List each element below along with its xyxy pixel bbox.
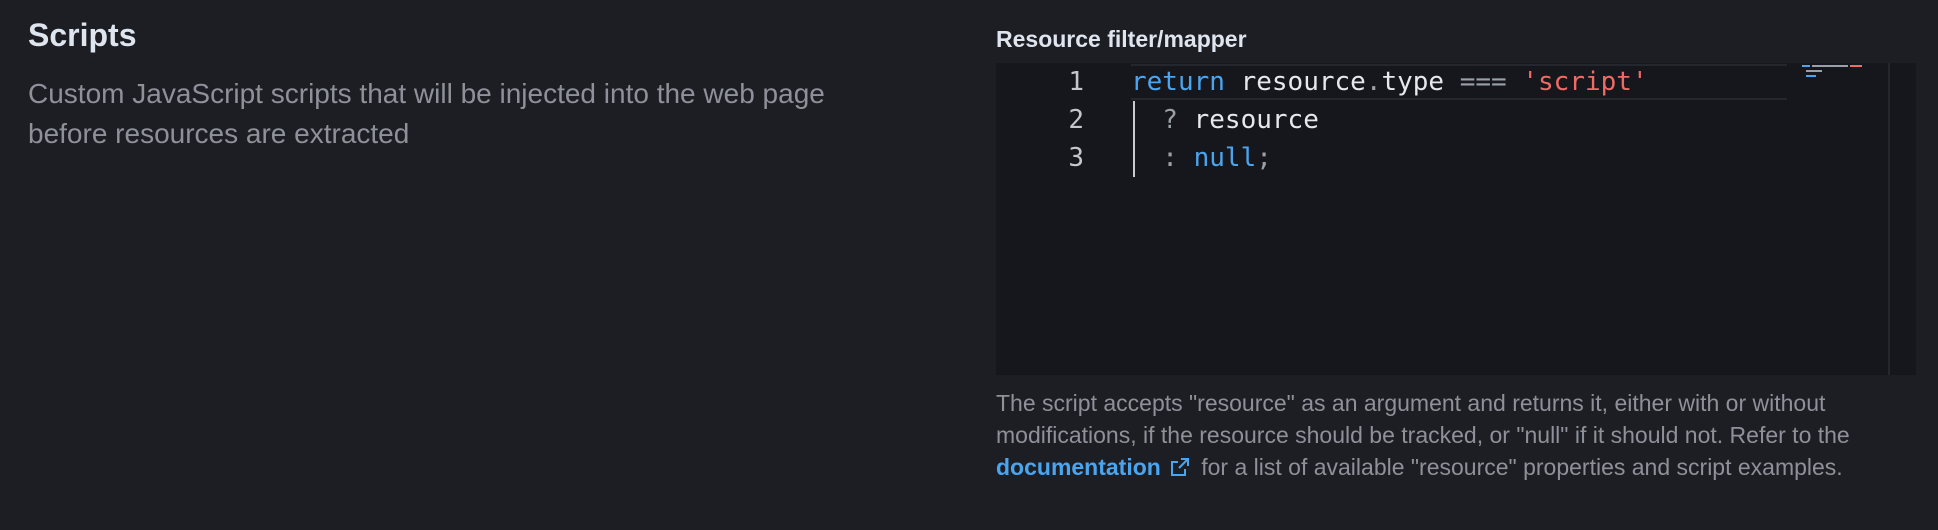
documentation-link[interactable]: documentation [996, 454, 1161, 480]
code-content[interactable]: return resource.type === 'script' ? reso… [1131, 63, 1811, 375]
line-number: 1 [1068, 67, 1084, 97]
section-title: Scripts [28, 17, 137, 53]
code-token: resource [1193, 105, 1319, 135]
code-token: 'script' [1522, 67, 1648, 97]
code-token: resource [1224, 67, 1366, 97]
code-token: ; [1256, 143, 1272, 173]
code-token: ? [1131, 105, 1194, 135]
code-token: . [1365, 67, 1382, 97]
section-description: Custom JavaScript scripts that will be i… [28, 78, 825, 149]
help-text-after: for a list of available "resource" prope… [1194, 454, 1843, 480]
line-number: 3 [1068, 143, 1084, 173]
editor-minimap[interactable] [1796, 63, 1886, 83]
external-link-icon[interactable] [1169, 454, 1191, 476]
line-number-gutter: 1 2 3 [996, 63, 1084, 375]
code-token: === [1444, 67, 1523, 97]
code-line[interactable]: : null; [1131, 139, 1272, 177]
help-text-before: The script accepts "resource" as an argu… [996, 390, 1850, 448]
line-number: 2 [1068, 105, 1084, 135]
code-editor[interactable]: 1 2 3 return resource.type === 'script' ? … [996, 63, 1916, 375]
resource-filter-field: Resource filter/mapper 1 2 3 return resour… [996, 24, 1916, 483]
code-token: type [1381, 67, 1445, 97]
code-token: null [1193, 143, 1257, 173]
code-token: : [1131, 143, 1194, 173]
resource-filter-label: Resource filter/mapper [996, 26, 1247, 52]
code-line[interactable]: return resource.type === 'script' [1131, 63, 1648, 101]
help-text: The script accepts "resource" as an argu… [996, 387, 1916, 483]
code-line[interactable]: ? resource [1131, 101, 1319, 139]
editor-scrollbar[interactable] [1888, 63, 1890, 375]
code-token: return [1131, 67, 1225, 97]
settings-page: Scripts Custom JavaScript scripts that w… [0, 0, 1938, 530]
scripts-section-header: Scripts Custom JavaScript scripts that w… [28, 14, 928, 154]
